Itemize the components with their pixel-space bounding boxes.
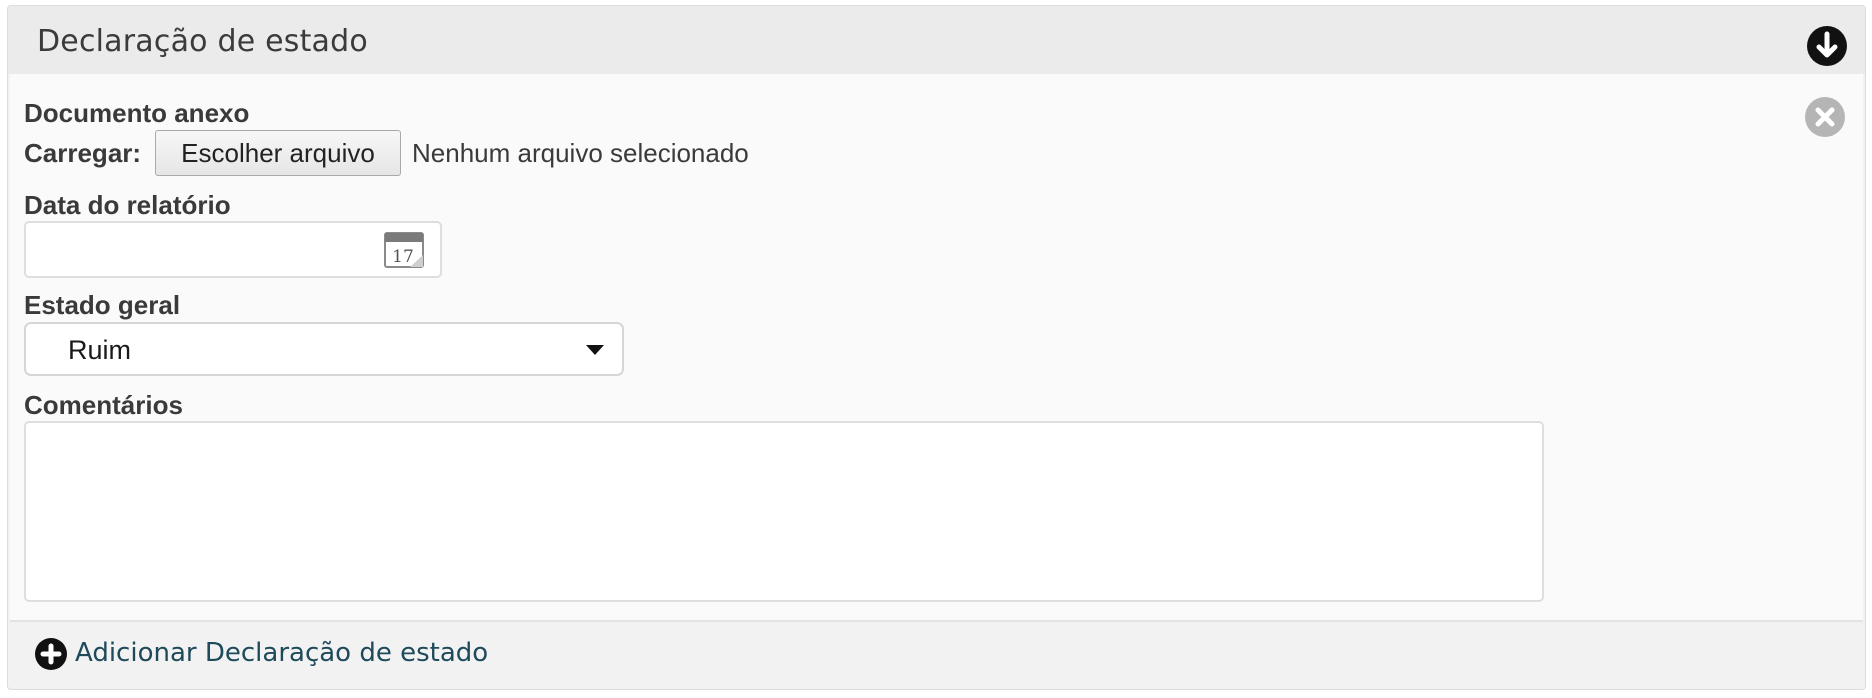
comments-label: Comentários xyxy=(24,390,183,420)
condition-statement-panel: Declaração de estado Documento anexo Car… xyxy=(7,5,1866,690)
panel-title: Declaração de estado xyxy=(37,24,368,59)
condition-statement-form: Documento anexo Carregar: Escolher arqui… xyxy=(10,74,1863,622)
panel-header: Declaração de estado xyxy=(8,6,1865,74)
plus-circle-icon xyxy=(35,638,67,670)
calendar-icon[interactable]: 17 xyxy=(382,229,426,271)
add-condition-statement-label: Adicionar Declaração de estado xyxy=(75,638,489,668)
report-date-field[interactable]: 17 xyxy=(24,221,442,278)
comments-field[interactable] xyxy=(24,421,1544,602)
file-status-text: Nenhum arquivo selecionado xyxy=(412,138,749,168)
overall-state-select[interactable]: Ruim xyxy=(24,322,624,376)
chevron-down-icon xyxy=(586,345,604,355)
calendar-day: 17 xyxy=(392,247,414,267)
comments-textarea[interactable] xyxy=(26,423,1542,600)
choose-file-button[interactable]: Escolher arquivo xyxy=(155,130,401,176)
attached-document-label: Documento anexo xyxy=(24,98,250,128)
upload-label: Carregar: xyxy=(24,138,142,168)
overall-state-value: Ruim xyxy=(68,335,132,365)
close-circle-icon[interactable] xyxy=(1805,97,1845,137)
report-date-label: Data do relatório xyxy=(24,190,231,220)
arrow-down-circle-icon[interactable] xyxy=(1807,26,1847,66)
report-date-input[interactable] xyxy=(26,223,376,273)
overall-state-label: Estado geral xyxy=(24,290,181,320)
